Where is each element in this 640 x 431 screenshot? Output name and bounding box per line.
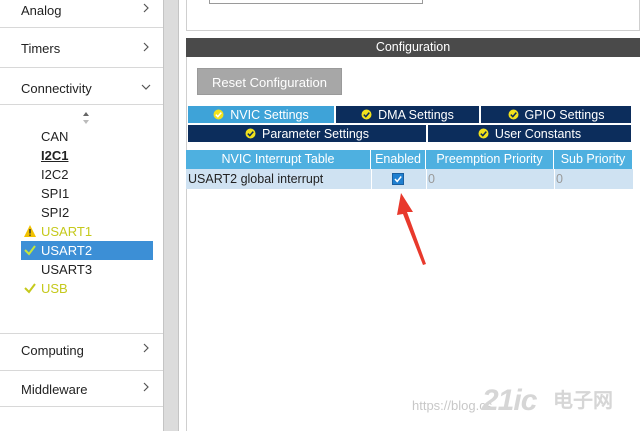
tab-label: Parameter Settings bbox=[262, 127, 369, 141]
mode-panel bbox=[186, 0, 640, 31]
peripheral-label: SPI1 bbox=[41, 186, 70, 201]
category-computing[interactable]: Computing bbox=[0, 335, 163, 365]
tab-gpio-settings[interactable]: GPIO Settings bbox=[480, 105, 632, 124]
cell-divider bbox=[426, 169, 427, 189]
annotation-arrow-icon bbox=[397, 193, 426, 265]
watermark-url: https://blog.cs bbox=[412, 398, 493, 413]
cell-divider bbox=[554, 169, 555, 189]
watermark-logo: 21ic bbox=[482, 384, 537, 417]
divider bbox=[0, 333, 163, 334]
reset-configuration-button[interactable]: Reset Configuration bbox=[197, 68, 342, 95]
peripheral-spi1[interactable]: SPI1 bbox=[21, 184, 153, 203]
peripheral-i2c2[interactable]: I2C2 bbox=[21, 165, 153, 184]
check-icon bbox=[23, 281, 37, 295]
category-middleware[interactable]: Middleware bbox=[0, 374, 163, 404]
column-header[interactable]: Sub Priority bbox=[554, 150, 633, 169]
sort-icon[interactable] bbox=[82, 111, 90, 125]
category-panel: Analog Timers Connectivity CAN I2C1 I2C2… bbox=[0, 0, 163, 431]
peripheral-usart1[interactable]: USART1 bbox=[21, 222, 153, 241]
divider bbox=[0, 67, 163, 68]
peripheral-label: USB bbox=[41, 281, 68, 296]
cell-divider bbox=[371, 169, 372, 189]
category-label: Timers bbox=[21, 41, 61, 56]
peripheral-label: USART3 bbox=[41, 262, 93, 277]
category-label: Analog bbox=[21, 3, 62, 18]
category-label: Middleware bbox=[21, 382, 88, 397]
check-circle-icon bbox=[508, 107, 519, 120]
peripheral-can[interactable]: CAN bbox=[21, 127, 153, 146]
check-circle-icon bbox=[245, 126, 256, 139]
peripheral-label: SPI2 bbox=[41, 205, 70, 220]
check-circle-icon bbox=[478, 126, 489, 139]
chevron-right-icon bbox=[141, 343, 151, 353]
tab-nvic-settings[interactable]: NVIC Settings bbox=[187, 105, 335, 124]
configuration-header: Configuration bbox=[186, 38, 640, 57]
mode-select[interactable] bbox=[209, 0, 423, 4]
chevron-right-icon bbox=[141, 42, 151, 52]
peripheral-label: USART2 bbox=[41, 243, 93, 258]
peripheral-usb[interactable]: USB bbox=[21, 279, 153, 298]
peripheral-i2c1[interactable]: I2C1 bbox=[21, 146, 153, 165]
peripheral-usart3[interactable]: USART3 bbox=[21, 260, 153, 279]
peripheral-label: CAN bbox=[41, 129, 69, 144]
divider bbox=[0, 370, 163, 371]
category-label: Connectivity bbox=[21, 81, 92, 96]
panel-splitter[interactable] bbox=[163, 0, 179, 431]
tab-label: GPIO Settings bbox=[524, 108, 605, 122]
tab-label: DMA Settings bbox=[378, 108, 454, 122]
peripheral-label: I2C2 bbox=[41, 167, 69, 182]
peripheral-label: I2C1 bbox=[41, 148, 69, 163]
check-icon bbox=[23, 243, 37, 257]
chevron-right-icon bbox=[141, 3, 151, 13]
preemption-priority[interactable]: 0 bbox=[428, 169, 548, 189]
category-analog[interactable]: Analog bbox=[0, 0, 163, 30]
tab-parameter-settings[interactable]: Parameter Settings bbox=[187, 124, 427, 143]
tab-label: NVIC Settings bbox=[230, 108, 309, 122]
check-circle-icon bbox=[361, 107, 372, 120]
peripheral-label: USART1 bbox=[41, 224, 93, 239]
check-circle-icon bbox=[213, 107, 224, 120]
warning-icon bbox=[23, 224, 37, 238]
category-timers[interactable]: Timers bbox=[0, 34, 163, 64]
category-connectivity[interactable]: Connectivity bbox=[0, 73, 163, 103]
divider bbox=[0, 406, 163, 407]
column-header[interactable]: Preemption Priority bbox=[426, 150, 554, 169]
peripheral-usart2[interactable]: USART2 bbox=[21, 241, 153, 260]
column-header[interactable]: Enabled bbox=[371, 150, 426, 169]
tab-dma-settings[interactable]: DMA Settings bbox=[335, 105, 480, 124]
category-label: Computing bbox=[21, 343, 84, 358]
chevron-down-icon bbox=[141, 82, 151, 92]
tab-label: User Constants bbox=[494, 127, 582, 141]
chevron-right-icon bbox=[141, 382, 151, 392]
divider bbox=[0, 104, 163, 105]
tab-user-constants[interactable]: User Constants bbox=[427, 124, 632, 143]
sub-priority[interactable]: 0 bbox=[556, 169, 626, 189]
peripheral-spi2[interactable]: SPI2 bbox=[21, 203, 153, 222]
divider bbox=[0, 27, 163, 28]
enabled-checkbox[interactable] bbox=[392, 173, 404, 185]
column-header[interactable]: NVIC Interrupt Table bbox=[186, 150, 371, 169]
watermark-text: 电子网 bbox=[553, 390, 613, 412]
interrupt-name: USART2 global interrupt bbox=[188, 172, 324, 186]
